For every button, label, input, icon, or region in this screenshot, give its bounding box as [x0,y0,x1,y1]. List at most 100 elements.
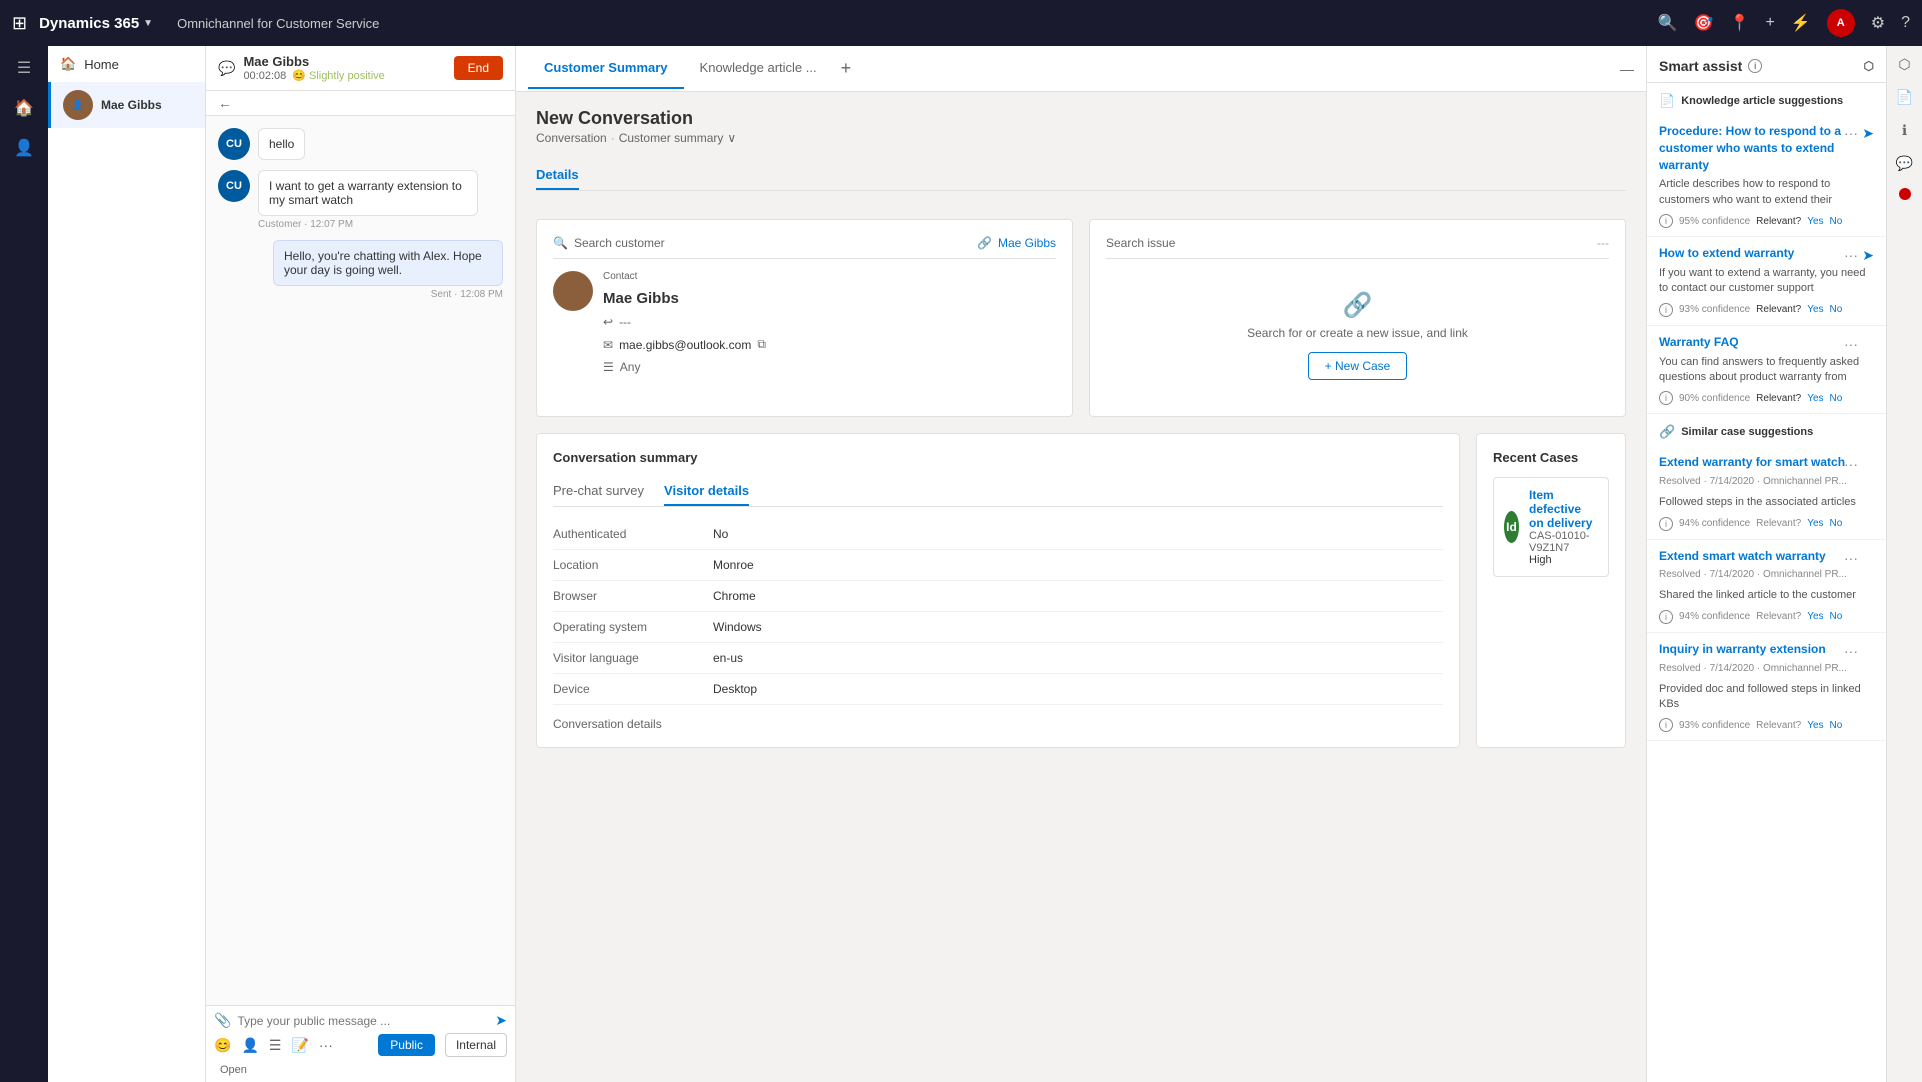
main-content: Customer Summary Knowledge article ... +… [516,46,1646,1082]
right-edge-info-icon[interactable]: ℹ [1902,122,1907,139]
home-label: Home [84,57,119,72]
smart-assist-info-icon[interactable]: i [1748,59,1762,73]
article-3-title[interactable]: Warranty FAQ [1659,334,1874,351]
user-avatar[interactable]: A [1827,9,1855,37]
article-2-more-icon[interactable]: ··· [1844,247,1858,263]
case-1-more-icon[interactable]: ··· [1844,456,1858,472]
end-button[interactable]: End [454,56,503,80]
article-2-send-icon[interactable]: ➤ [1862,247,1874,264]
contact-any-row: ☰ Any [603,360,766,374]
case-3-yes[interactable]: Yes [1807,720,1823,731]
issue-card: Search issue --- 🔗 Search for or create … [1089,219,1626,417]
smart-assist-title: Smart assist [1659,58,1742,74]
attachment-icon[interactable]: 📎 [214,1012,231,1029]
auth-label: Authenticated [553,527,713,541]
article-3-no[interactable]: No [1830,393,1843,404]
article-1-send-icon[interactable]: ➤ [1862,125,1874,142]
article-2-meta: i 93% confidence Relevant? Yes No [1659,303,1874,317]
location-icon[interactable]: 📍 [1730,13,1750,33]
similar-case-2: Extend smart watch warranty Resolved · 7… [1647,540,1886,633]
linked-customer-name[interactable]: Mae Gibbs [998,236,1056,250]
right-edge-expand-icon[interactable]: ⬡ [1898,56,1910,73]
notes-icon[interactable]: 📝 [291,1037,308,1054]
article-2-no[interactable]: No [1830,304,1843,315]
article-1-no[interactable]: No [1830,216,1843,227]
case-3-more-icon[interactable]: ··· [1844,643,1858,659]
list-icon[interactable]: ☰ [269,1037,282,1054]
help-icon[interactable]: ? [1901,14,1910,32]
search-icon[interactable]: 🔍 [1658,13,1678,33]
case-2-no[interactable]: No [1830,611,1843,622]
article-3-more-icon[interactable]: ··· [1844,336,1858,352]
case-1-no[interactable]: No [1830,518,1843,529]
calendar-icon[interactable]: 🎯 [1694,13,1714,33]
chat-icon: 💬 [218,60,235,77]
send-icon[interactable]: ➤ [495,1012,507,1029]
agent-sidebar-icon[interactable]: 👤 [14,138,34,158]
hamburger-icon[interactable]: ☰ [17,58,31,78]
session-info: Mae Gibbs [101,98,162,112]
grid-icon[interactable]: ⊞ [12,13,27,34]
case-3-no[interactable]: No [1830,720,1843,731]
top-navigation: ⊞ Dynamics 365 ▼ Omnichannel for Custome… [0,0,1922,46]
article-1-more-icon[interactable]: ··· [1844,125,1858,141]
right-edge-status-dot [1899,188,1911,200]
public-button[interactable]: Public [378,1034,435,1056]
case-title[interactable]: Item defective on delivery [1529,488,1598,530]
knowledge-article-3: Warranty FAQ You can find answers to fre… [1647,326,1886,415]
details-tab[interactable]: Details [536,161,579,190]
internal-button[interactable]: Internal [445,1033,507,1057]
chat-input[interactable] [237,1014,489,1028]
smart-assist-expand-icon[interactable]: ⬡ [1864,59,1874,73]
conversation-details-label: Conversation details [553,705,1443,731]
tab-add-button[interactable]: + [833,58,860,79]
search-issue-label[interactable]: Search issue [1106,236,1175,250]
settings-icon[interactable]: ⚙ [1871,13,1885,33]
agent-session-item[interactable]: 👤 Mae Gibbs [48,82,205,128]
tab-knowledge-article[interactable]: Knowledge article ... [684,48,833,89]
back-arrow-icon[interactable]: ← [218,95,232,111]
search-customer-label[interactable]: Search customer [574,236,665,250]
article-1-title[interactable]: Procedure: How to respond to a customer … [1659,123,1874,173]
chat-input-row: 📎 ➤ [214,1012,507,1029]
article-2-title[interactable]: How to extend warranty [1659,245,1874,262]
case-2-yes[interactable]: Yes [1807,611,1823,622]
tab-customer-summary[interactable]: Customer Summary [528,48,684,89]
right-edge-knowledge-icon[interactable]: 📄 [1896,89,1913,106]
case-2-title[interactable]: Extend smart watch warranty [1659,548,1874,565]
right-edge-chat-icon[interactable]: 💬 [1896,155,1913,172]
case-1-title[interactable]: Extend warranty for smart watch [1659,454,1874,471]
new-case-button[interactable]: + New Case [1308,352,1408,380]
similar-cases-section-header: 🔗 Similar case suggestions [1647,414,1886,446]
case-id: CAS-01010-V9Z1N7 [1529,530,1598,554]
auth-value: No [713,527,728,541]
article-1-yes[interactable]: Yes [1807,216,1823,227]
visitor-details-tab[interactable]: Visitor details [664,477,749,506]
case-2-more-icon[interactable]: ··· [1844,550,1858,566]
article-3-meta: i 90% confidence Relevant? Yes No [1659,391,1874,405]
home-sidebar-icon[interactable]: 🏠 [14,98,34,118]
case-priority: High [1529,554,1598,566]
home-nav-item[interactable]: 🏠 Home [48,46,205,82]
case-2-meta-row: i 94% confidence Relevant? Yes No [1659,610,1874,624]
article-2-yes[interactable]: Yes [1807,304,1823,315]
content-area: New Conversation Conversation · Customer… [516,92,1646,1082]
more-icon[interactable]: ··· [319,1037,333,1053]
case-3-title[interactable]: Inquiry in warranty extension [1659,641,1874,658]
visitor-row-lang: Visitor language en-us [553,643,1443,674]
person-icon[interactable]: 👤 [241,1037,258,1054]
case-item[interactable]: Id Item defective on delivery CAS-01010-… [1493,477,1609,577]
tab-minimize-icon[interactable]: — [1620,61,1634,77]
right-edge-panel: ⬡ 📄 ℹ 💬 [1886,46,1922,1082]
top-two-col: 🔍 Search customer 🔗 Mae Gibbs Contact Ma… [536,219,1626,417]
add-icon[interactable]: + [1765,14,1774,32]
case-1-yes[interactable]: Yes [1807,518,1823,529]
contact-email[interactable]: mae.gibbs@outlook.com [619,338,751,352]
linked-customer-icon: 🔗 [977,236,992,250]
pre-chat-tab[interactable]: Pre-chat survey [553,477,644,506]
brand-caret-icon[interactable]: ▼ [143,18,153,29]
emoji-icon[interactable]: 😊 [214,1037,231,1054]
article-3-yes[interactable]: Yes [1807,393,1823,404]
filter-icon[interactable]: ⚡ [1791,13,1811,33]
copy-icon[interactable]: ⧉ [757,337,766,352]
